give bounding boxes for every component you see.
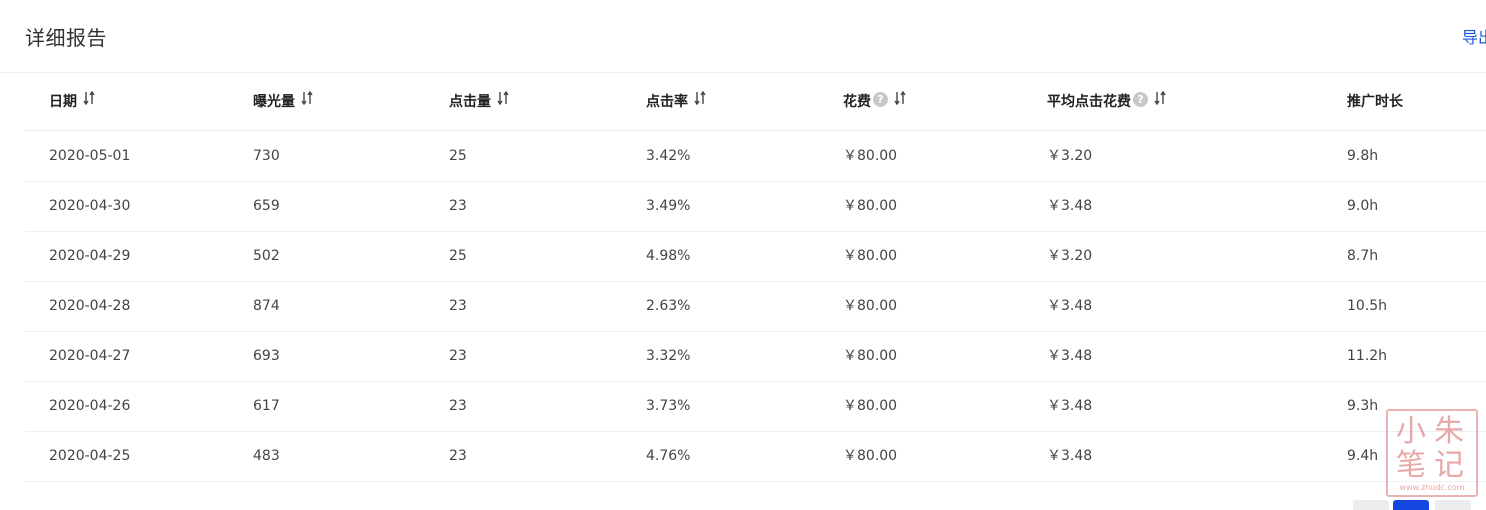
cell-ctr: 3.49% xyxy=(646,198,691,214)
table-row: 2020-04-28 874 23 2.63% ￥80.00 ￥3.48 10.5h xyxy=(25,282,1486,332)
pagination-prev-button[interactable] xyxy=(1353,500,1389,510)
table-header: 日期 曝光量 点击量 点击率 花费? 平均点击花费? 推广时长 xyxy=(25,74,1486,131)
cell-clicks: 23 xyxy=(449,198,467,214)
cell-duration: 9.0h xyxy=(1347,198,1379,214)
cell-date: 2020-04-29 xyxy=(49,248,131,264)
cell-duration: 9.4h xyxy=(1347,448,1379,464)
cell-duration: 10.5h xyxy=(1347,298,1388,314)
sort-icon[interactable] xyxy=(1154,74,1166,130)
cell-ctr: 3.32% xyxy=(646,348,691,364)
cell-impressions: 483 xyxy=(253,448,280,464)
pagination-next-button[interactable] xyxy=(1435,500,1471,510)
cell-cost: ￥80.00 xyxy=(843,198,898,214)
cell-avg-cpc: ￥3.20 xyxy=(1047,148,1093,164)
cell-cost: ￥80.00 xyxy=(843,348,898,364)
cell-ctr: 4.76% xyxy=(646,448,691,464)
cell-clicks: 25 xyxy=(449,248,467,264)
cell-date: 2020-04-26 xyxy=(49,398,131,414)
column-header-label: 点击量 xyxy=(449,94,491,110)
cell-cost: ￥80.00 xyxy=(843,148,898,164)
sort-icon[interactable] xyxy=(83,74,95,130)
cell-impressions: 502 xyxy=(253,248,280,264)
watermark-url: www.zhudc.com xyxy=(1399,483,1465,492)
column-header-label: 花费 xyxy=(843,94,871,110)
cell-ctr: 3.42% xyxy=(646,148,691,164)
column-header-ctr[interactable]: 点击率 xyxy=(646,74,706,130)
table-row: 2020-04-29 502 25 4.98% ￥80.00 ￥3.20 8.7h xyxy=(25,232,1486,282)
cell-duration: 9.8h xyxy=(1347,148,1379,164)
cell-avg-cpc: ￥3.48 xyxy=(1047,398,1093,414)
cell-clicks: 23 xyxy=(449,298,467,314)
cell-impressions: 874 xyxy=(253,298,280,314)
column-header-duration: 推广时长 xyxy=(1347,74,1403,130)
cell-date: 2020-05-01 xyxy=(49,148,131,164)
cell-impressions: 659 xyxy=(253,198,280,214)
column-header-label: 曝光量 xyxy=(253,94,295,110)
sort-icon[interactable] xyxy=(497,74,509,130)
cell-ctr: 3.73% xyxy=(646,398,691,414)
cell-date: 2020-04-28 xyxy=(49,298,131,314)
watermark-char: 记 xyxy=(1434,448,1464,483)
column-header-date[interactable]: 日期 xyxy=(49,74,95,130)
watermark-char: 朱 xyxy=(1434,414,1464,449)
cell-impressions: 693 xyxy=(253,348,280,364)
report-header: 详细报告 导出 xyxy=(0,0,1486,73)
cell-impressions: 617 xyxy=(253,398,280,414)
cell-ctr: 2.63% xyxy=(646,298,691,314)
pagination-current-page[interactable] xyxy=(1393,500,1429,510)
cell-cost: ￥80.00 xyxy=(843,298,898,314)
sort-icon[interactable] xyxy=(301,74,313,130)
sort-icon[interactable] xyxy=(894,74,906,130)
watermark-char: 笔 xyxy=(1396,448,1426,483)
help-icon[interactable]: ? xyxy=(1133,91,1148,107)
watermark-stamp: 小 朱 笔 记 www.zhudc.com xyxy=(1386,409,1478,497)
cell-avg-cpc: ￥3.48 xyxy=(1047,348,1093,364)
cell-date: 2020-04-27 xyxy=(49,348,131,364)
cell-cost: ￥80.00 xyxy=(843,448,898,464)
cell-clicks: 25 xyxy=(449,148,467,164)
cell-ctr: 4.98% xyxy=(646,248,691,264)
cell-cost: ￥80.00 xyxy=(843,398,898,414)
column-header-avg-cpc[interactable]: 平均点击花费? xyxy=(1047,74,1166,130)
column-header-label: 日期 xyxy=(49,94,77,110)
cell-impressions: 730 xyxy=(253,148,280,164)
cell-date: 2020-04-25 xyxy=(49,448,131,464)
help-icon[interactable]: ? xyxy=(873,91,888,107)
cell-duration: 9.3h xyxy=(1347,398,1379,414)
column-header-impressions[interactable]: 曝光量 xyxy=(253,74,313,130)
cell-avg-cpc: ￥3.20 xyxy=(1047,248,1093,264)
cell-avg-cpc: ￥3.48 xyxy=(1047,198,1093,214)
cell-avg-cpc: ￥3.48 xyxy=(1047,448,1093,464)
table-body: 2020-05-01 730 25 3.42% ￥80.00 ￥3.20 9.8h 2020-… xyxy=(25,132,1486,482)
column-header-label: 推广时长 xyxy=(1347,94,1403,110)
cell-duration: 11.2h xyxy=(1347,348,1388,364)
table-row: 2020-04-25 483 23 4.76% ￥80.00 ￥3.48 9.4h xyxy=(25,432,1486,482)
table-row: 2020-04-30 659 23 3.49% ￥80.00 ￥3.48 9.0h xyxy=(25,182,1486,232)
table-row: 2020-05-01 730 25 3.42% ￥80.00 ￥3.20 9.8h xyxy=(25,132,1486,182)
column-header-clicks[interactable]: 点击量 xyxy=(449,74,509,130)
cell-duration: 8.7h xyxy=(1347,248,1379,264)
table-row: 2020-04-27 693 23 3.32% ￥80.00 ￥3.48 11.2h xyxy=(25,332,1486,382)
cell-clicks: 23 xyxy=(449,348,467,364)
export-link[interactable]: 导出 xyxy=(1462,24,1486,48)
cell-cost: ￥80.00 xyxy=(843,248,898,264)
table-row: 2020-04-26 617 23 3.73% ￥80.00 ￥3.48 9.3h xyxy=(25,382,1486,432)
column-header-cost[interactable]: 花费? xyxy=(843,74,906,130)
cell-date: 2020-04-30 xyxy=(49,198,131,214)
cell-avg-cpc: ￥3.48 xyxy=(1047,298,1093,314)
detail-report-page: 详细报告 导出 日期 曝光量 点击量 点击率 花费? 平均点击花费? 推广时长 … xyxy=(0,0,1486,510)
sort-icon[interactable] xyxy=(694,74,706,130)
column-header-label: 点击率 xyxy=(646,94,688,110)
watermark-char: 小 xyxy=(1396,414,1426,449)
cell-clicks: 23 xyxy=(449,448,467,464)
page-title: 详细报告 xyxy=(25,26,107,50)
column-header-label: 平均点击花费 xyxy=(1047,94,1131,110)
cell-clicks: 23 xyxy=(449,398,467,414)
